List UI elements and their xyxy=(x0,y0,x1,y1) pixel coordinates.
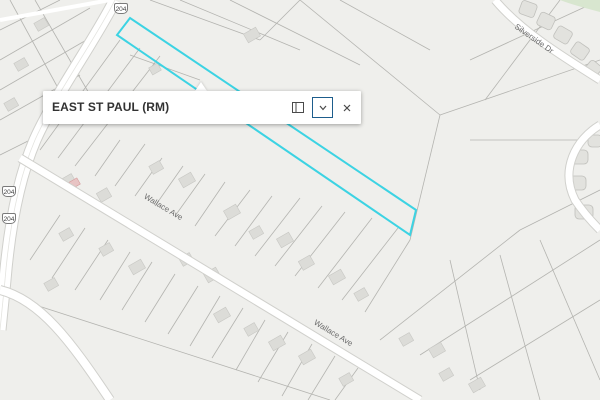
highway-shield-204-top: 204 xyxy=(114,3,128,14)
highway-shield-204-mid: 204 xyxy=(2,186,16,197)
close-icon xyxy=(343,104,350,111)
popup-title: EAST ST PAUL (RM) xyxy=(52,100,170,114)
map-canvas[interactable] xyxy=(0,0,600,400)
popup-pointer xyxy=(195,82,207,91)
close-button[interactable] xyxy=(336,97,357,118)
highway-shield-204-low: 204 xyxy=(2,213,16,224)
dock-button[interactable] xyxy=(287,97,308,118)
collapse-button[interactable] xyxy=(312,97,333,118)
chevron-down-icon xyxy=(319,105,326,110)
dock-panel-icon xyxy=(291,102,304,113)
feature-popup[interactable]: EAST ST PAUL (RM) xyxy=(43,91,361,124)
